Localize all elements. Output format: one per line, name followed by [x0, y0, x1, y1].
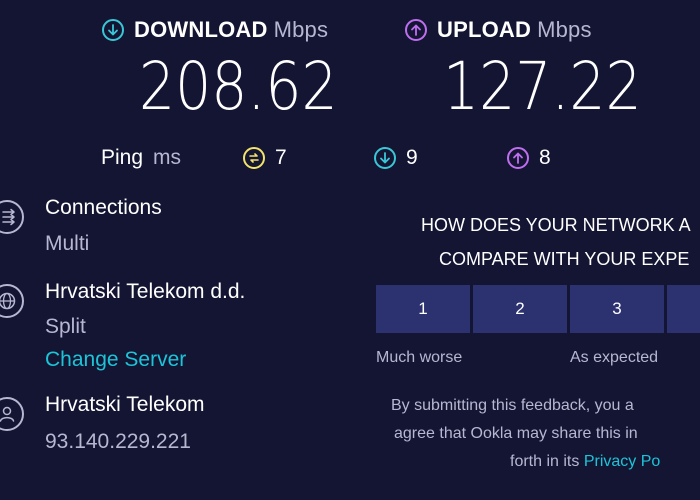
download-speed-value: 208.62	[139, 48, 338, 125]
isp-ip-address: 93.140.229.221	[45, 430, 191, 453]
ping-unit: ms	[153, 146, 182, 169]
rating-button-1[interactable]: 1	[376, 285, 470, 333]
ping-idle-metric: 7	[243, 146, 287, 170]
rating-button-2[interactable]: 2	[473, 285, 567, 333]
rating-button-4[interactable]	[667, 285, 700, 333]
connections-value: Multi	[45, 232, 90, 255]
user-icon	[0, 397, 24, 431]
rating-bar: 1 2 3	[376, 285, 700, 333]
privacy-policy-link[interactable]: Privacy Po	[584, 453, 660, 470]
upload-label: UPLOAD	[437, 17, 532, 42]
ping-label: Ping	[101, 146, 144, 169]
rating-scale-low: Much worse	[376, 349, 463, 366]
rating-scale-mid: As expected	[570, 349, 659, 366]
server-location: Split	[45, 315, 86, 338]
upload-latency-icon	[507, 147, 529, 169]
download-header: DOWNLOAD Mbps	[102, 17, 328, 43]
survey-question: HOW DOES YOUR NETWORK A COMPARE WITH YOU…	[421, 208, 700, 276]
survey-question-line-1: HOW DOES YOUR NETWORK A	[421, 215, 691, 235]
upload-unit: Mbps	[537, 17, 592, 42]
server-name: Hrvatski Telekom d.d.	[45, 280, 246, 303]
download-label: DOWNLOAD	[134, 17, 268, 42]
feedback-disclaimer: By submitting this feedback, you a agree…	[391, 392, 700, 476]
upload-arrow-icon	[405, 19, 427, 41]
isp-name: Hrvatski Telekom	[45, 393, 205, 416]
globe-icon	[0, 284, 24, 318]
disclaimer-line-3: forth in its Privacy Po	[510, 448, 700, 476]
ping-download-value: 9	[406, 146, 418, 169]
ping-upload-metric: 8	[507, 146, 551, 170]
upload-header: UPLOAD Mbps	[405, 17, 592, 43]
ping-idle-value: 7	[275, 146, 287, 169]
upload-speed-value: 127.22	[443, 48, 642, 125]
connections-title: Connections	[45, 196, 162, 219]
idle-latency-icon	[243, 147, 265, 169]
ping-label-group: Ping ms	[101, 146, 181, 170]
download-arrow-icon	[102, 19, 124, 41]
connections-icon	[0, 200, 24, 234]
change-server-link[interactable]: Change Server	[45, 348, 186, 372]
ping-download-metric: 9	[374, 146, 418, 170]
download-unit: Mbps	[273, 17, 329, 42]
disclaimer-line-1: By submitting this feedback, you a	[391, 397, 634, 414]
rating-button-3[interactable]: 3	[570, 285, 664, 333]
download-latency-icon	[374, 147, 396, 169]
ping-upload-value: 8	[539, 146, 551, 169]
disclaimer-line-2: agree that Ookla may share this in	[394, 425, 638, 442]
survey-question-line-2: COMPARE WITH YOUR EXPE	[439, 249, 690, 269]
disclaimer-line-3-text: forth in its	[510, 453, 584, 470]
